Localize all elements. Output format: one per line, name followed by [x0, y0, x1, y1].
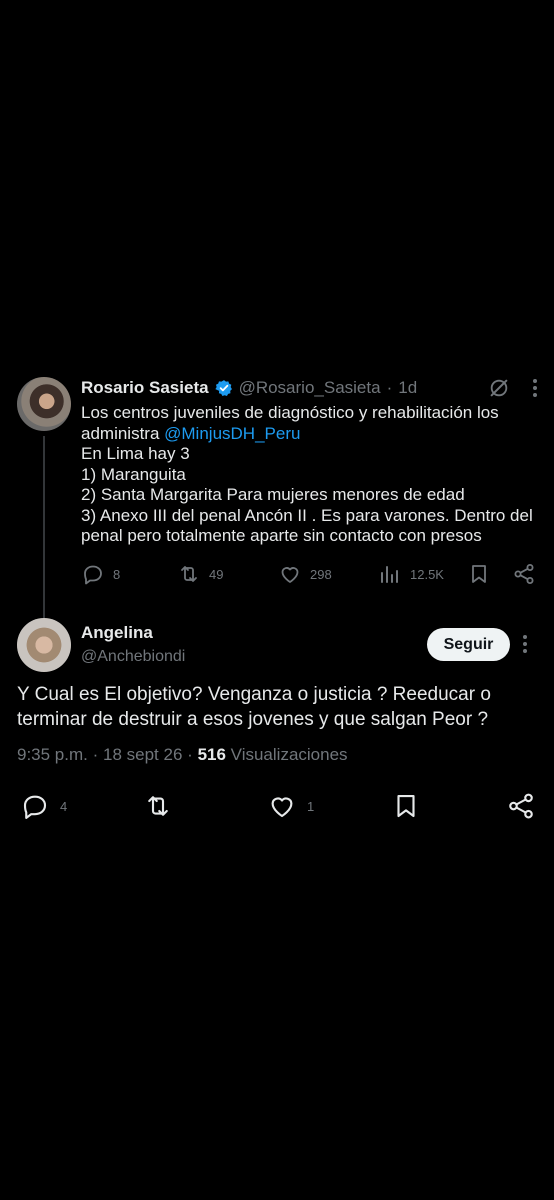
bookmark-icon: [391, 791, 421, 821]
author-name[interactable]: Angelina: [81, 623, 153, 643]
tweet-time[interactable]: 9:35 p.m.: [17, 745, 88, 764]
tweet-text-line: penal pero totalmente aparte sin contact…: [81, 526, 482, 545]
avatar[interactable]: [17, 618, 71, 672]
retweet-icon: [142, 791, 174, 821]
heart-icon: [267, 791, 297, 821]
tweet-text-line: 3) Anexo III del penal Ancón II . Es par…: [81, 505, 533, 525]
like-count: 1: [307, 798, 315, 814]
reply-icon: [20, 791, 50, 821]
tweet-text-line: En Lima hay 3: [81, 444, 190, 463]
tweet-text-line: administra @MinjusDH_Peru: [81, 424, 541, 445]
thread-connector-line: [43, 436, 45, 620]
tweet-text-line: 1) Maranguita: [81, 464, 186, 484]
mention-link[interactable]: @MinjusDH_Peru: [164, 424, 300, 443]
tweet-time[interactable]: 1d: [398, 378, 417, 398]
tweet-text-line: 2) Santa Margarita Para mujeres menores …: [81, 485, 465, 504]
tweet-text: Los centros juveniles de diagnóstico y r…: [81, 403, 541, 547]
reply-button[interactable]: 8: [81, 562, 120, 586]
share-icon: [512, 562, 536, 586]
views-chart-icon: [378, 562, 402, 586]
retweet-button[interactable]: [142, 791, 174, 821]
more-vertical-icon[interactable]: [522, 634, 528, 654]
retweet-count: 49: [209, 566, 224, 582]
reply-count: 8: [113, 566, 121, 582]
retweet-icon: [177, 562, 201, 586]
bookmark-button[interactable]: [467, 562, 491, 586]
separator-dot: ·: [92, 745, 99, 764]
tweet-date[interactable]: 18 sept 26: [103, 745, 182, 764]
author-handle[interactable]: @Anchebiondi: [81, 648, 185, 666]
views-count: 516: [197, 745, 226, 764]
share-button[interactable]: [506, 791, 536, 821]
author-name[interactable]: Rosario Sasieta: [81, 378, 209, 398]
separator-dot: ·: [386, 378, 393, 397]
tweet-text-fragment: administra: [81, 423, 165, 443]
reply-icon: [81, 562, 105, 586]
bookmark-icon: [467, 562, 491, 586]
views-label[interactable]: Visualizaciones: [231, 745, 348, 764]
like-count: 298: [310, 566, 332, 582]
tweet-text-line: Los centros juveniles de diagnóstico y r…: [81, 403, 499, 422]
tweet-top-actions: [488, 377, 538, 399]
tweet-text-line: Y Cual es El objetivo? Venganza o justic…: [17, 684, 491, 705]
tweet-text: Y Cual es El objetivo? Venganza o justic…: [17, 682, 542, 732]
like-button[interactable]: 1: [267, 791, 314, 821]
retweet-button[interactable]: 49: [177, 562, 223, 586]
tweet-metadata: 9:35 p.m. · 18 sept 26 · 516 Visualizaci…: [17, 745, 348, 765]
grok-icon[interactable]: [488, 377, 510, 399]
reply-count: 4: [60, 798, 68, 814]
avatar[interactable]: [17, 377, 71, 431]
tweet-header: Rosario Sasieta @Rosario_Sasieta · 1d: [81, 377, 417, 399]
author-handle[interactable]: @Rosario_Sasieta: [239, 378, 381, 398]
heart-icon: [278, 562, 302, 586]
verified-badge-icon: [214, 379, 233, 397]
views-button[interactable]: 12.5K: [378, 562, 444, 586]
share-button[interactable]: [512, 562, 536, 586]
share-icon: [506, 791, 536, 821]
bookmark-button[interactable]: [391, 791, 421, 821]
reply-button[interactable]: 4: [20, 791, 67, 821]
follow-button[interactable]: Seguir: [427, 628, 510, 661]
tweet-text-line: terminar de destruir a esos jovenes y qu…: [17, 709, 489, 730]
separator-dot: ·: [187, 745, 193, 764]
more-vertical-icon[interactable]: [532, 378, 538, 398]
tweet-action-bar: 4 1: [20, 791, 540, 823]
views-count: 12.5K: [410, 566, 444, 582]
tweet-action-bar: 8 49 298 12.5K: [81, 562, 541, 588]
like-button[interactable]: 298: [278, 562, 332, 586]
